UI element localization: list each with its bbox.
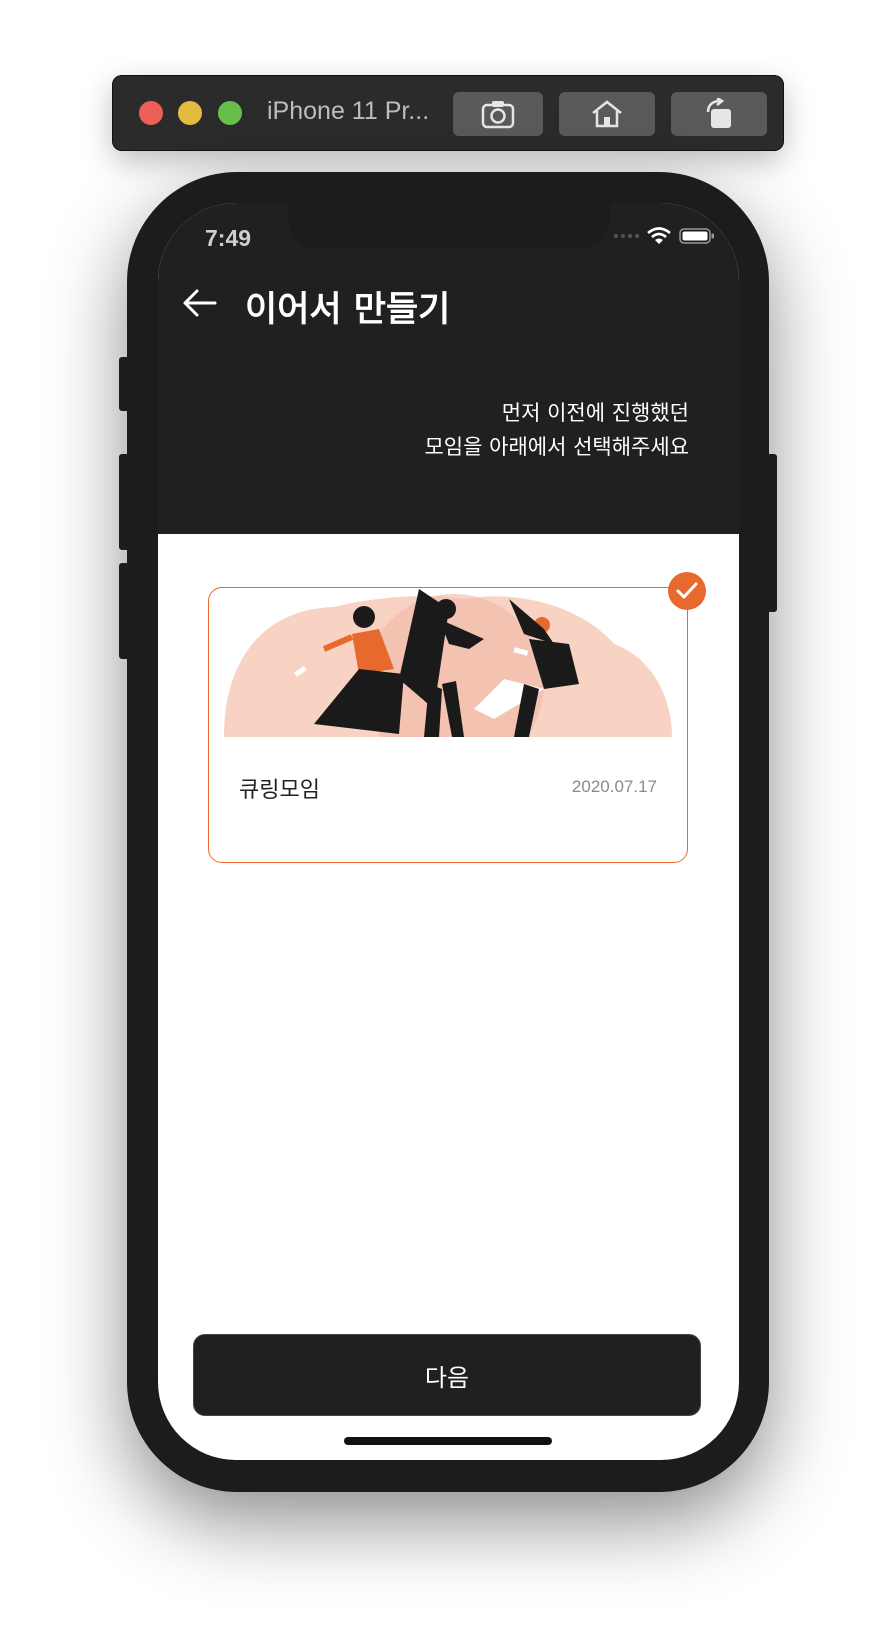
- rotate-button[interactable]: [671, 92, 767, 136]
- status-icons: [613, 227, 715, 245]
- volume-up-button: [119, 454, 129, 550]
- minimize-window-button[interactable]: [178, 101, 202, 125]
- simulator-title: iPhone 11 Pr...: [267, 97, 430, 125]
- signal-icon: [614, 234, 639, 238]
- mute-switch: [119, 357, 129, 411]
- close-window-button[interactable]: [139, 101, 163, 125]
- rotate-icon: [706, 98, 731, 128]
- zoom-window-button[interactable]: [218, 101, 242, 125]
- wifi-icon: [647, 227, 671, 244]
- checkmark-icon: [676, 582, 698, 599]
- meeting-card[interactable]: 큐링모임 2020.07.17: [208, 587, 688, 863]
- home-button[interactable]: [559, 92, 655, 136]
- simulator-titlebar: iPhone 11 Pr...: [112, 75, 784, 151]
- meeting-illustration: [224, 589, 672, 737]
- arrow-left-icon: [183, 289, 217, 317]
- page-title: 이어서 만들기: [245, 290, 451, 330]
- notch: [288, 203, 610, 249]
- home-icon: [592, 100, 622, 128]
- status-time: 7:49: [205, 225, 252, 251]
- screenshot-button[interactable]: [453, 92, 543, 136]
- power-button: [767, 454, 777, 612]
- selected-check-badge: [668, 572, 706, 610]
- back-button[interactable]: [182, 283, 222, 323]
- battery-icon: [679, 228, 714, 244]
- page-subtitle: 먼저 이전에 진행했던 모임을 아래에서 선택해주세요: [424, 396, 689, 464]
- volume-down-button: [119, 563, 129, 659]
- meeting-name: 큐링모임: [239, 778, 320, 803]
- subtitle-line-2: 모임을 아래에서 선택해주세요: [424, 435, 689, 459]
- camera-icon: [481, 101, 515, 129]
- header-area: 7:49 이어서 만들기 먼저 이전에 진행했던 모임을 아래에서 선택해주세요: [158, 203, 739, 534]
- home-indicator: [344, 1437, 552, 1445]
- app-screen: 7:49 이어서 만들기 먼저 이전에 진행했던 모임을 아래에서 선택해주세요…: [158, 203, 739, 1460]
- next-button[interactable]: 다음: [193, 1334, 701, 1416]
- meeting-date: 2020.07.17: [571, 777, 657, 796]
- subtitle-line-1: 먼저 이전에 진행했던: [501, 401, 689, 425]
